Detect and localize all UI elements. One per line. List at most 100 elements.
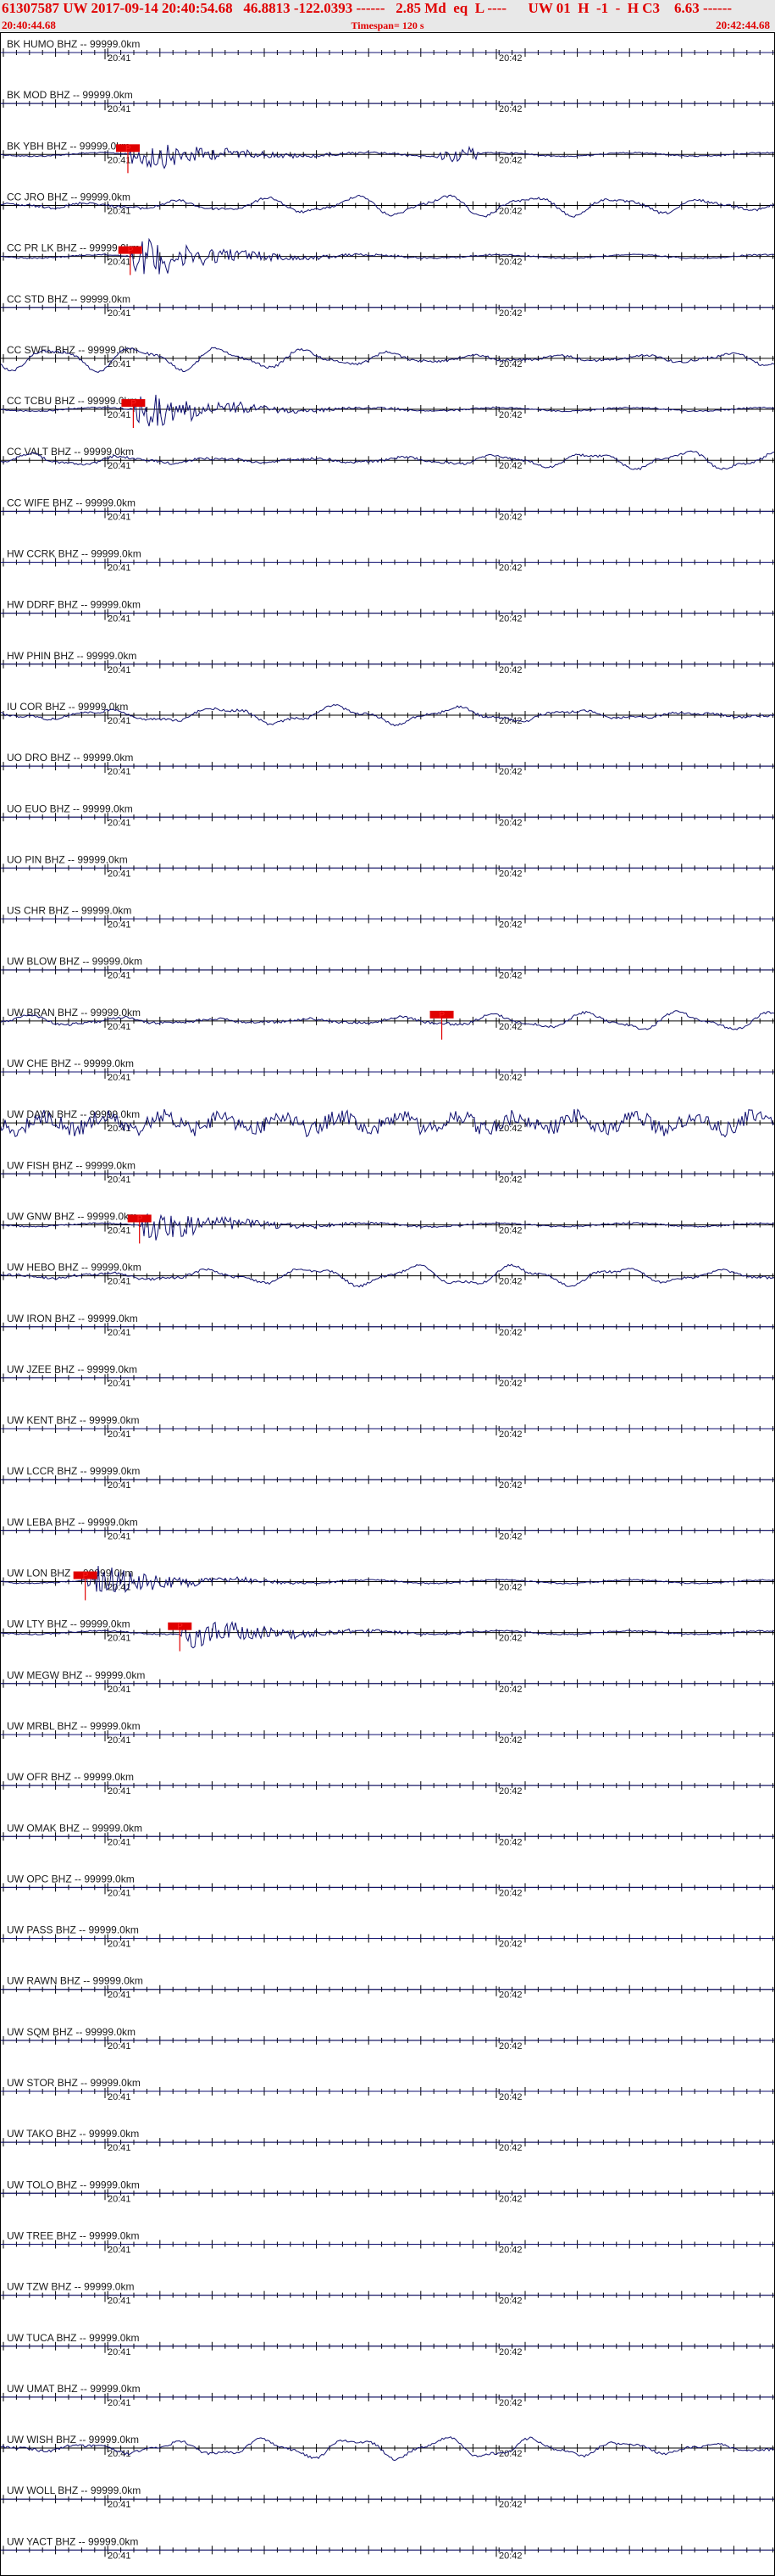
channel-label: UW JZEE BHZ -- 99999.0km [7, 1363, 137, 1375]
phase-pick-label: P [137, 1214, 143, 1224]
channel-label: HW PHIN BHZ -- 99999.0km [7, 650, 136, 662]
channel-label: CC TCBU BHZ -- 99999.0km [7, 395, 137, 407]
channel-label: UW FISH BHZ -- 99999.0km [7, 1159, 136, 1171]
channel-label: UW TZW BHZ -- 99999.0km [7, 2281, 134, 2293]
channel-label: UW SQM BHZ -- 99999.0km [7, 2026, 136, 2038]
channel-label: UW CHE BHZ -- 99999.0km [7, 1058, 134, 1069]
minute-label: 20:42 [499, 1583, 523, 1593]
channel-label: IU COR BHZ -- 99999.0km [7, 701, 128, 713]
minute-label: 20:42 [499, 1531, 523, 1541]
minute-label: 20:42 [499, 1940, 523, 1950]
minute-label: 20:41 [108, 869, 131, 879]
minute-label: 20:41 [108, 1786, 131, 1796]
channel-label: UW OMAK BHZ -- 99999.0km [7, 1822, 142, 1834]
minute-label: 20:41 [108, 2296, 131, 2307]
minute-label: 20:42 [499, 155, 523, 165]
channel-label: UW MRBL BHZ -- 99999.0km [7, 1720, 141, 1732]
minute-label: 20:42 [499, 2296, 523, 2307]
minute-label: 20:41 [108, 2449, 131, 2459]
minute-label: 20:42 [499, 1379, 523, 1389]
minute-label: 20:42 [499, 1786, 523, 1796]
minute-label: 20:41 [108, 1888, 131, 1898]
channel-label: UW OPC BHZ -- 99999.0km [7, 1873, 135, 1885]
minute-label: 20:42 [499, 564, 523, 574]
minute-label: 20:42 [499, 1634, 523, 1644]
minute-label: 20:41 [108, 1480, 131, 1491]
minute-label: 20:42 [499, 2092, 523, 2102]
minute-label: 20:41 [108, 1277, 131, 1287]
minute-label: 20:42 [499, 1328, 523, 1338]
minute-label: 20:42 [499, 53, 523, 64]
channel-label: CC JRO BHZ -- 99999.0km [7, 191, 130, 203]
minute-label: 20:41 [108, 2398, 131, 2408]
minute-label: 20:42 [499, 1277, 523, 1287]
minute-label: 20:42 [499, 308, 523, 319]
minute-label: 20:42 [499, 2347, 523, 2357]
minute-label: 20:42 [499, 104, 523, 114]
minute-label: 20:41 [108, 258, 131, 268]
minute-label: 20:42 [499, 1480, 523, 1491]
minute-label: 20:41 [108, 1685, 131, 1695]
minute-label: 20:41 [108, 359, 131, 369]
minute-label: 20:42 [499, 818, 523, 828]
channel-label: UW LTY BHZ -- 99999.0km [7, 1618, 130, 1630]
channel-label: BK YBH BHZ -- 99999.0km [7, 140, 130, 152]
channel-label: UW TOLO BHZ -- 99999.0km [7, 2179, 140, 2190]
minute-label: 20:41 [108, 1634, 131, 1644]
minute-label: 20:42 [499, 716, 523, 726]
minute-label: 20:42 [499, 2041, 523, 2051]
minute-label: 20:42 [499, 2551, 523, 2561]
phase-pick-label: P [128, 247, 134, 256]
channel-label: UW RAWN BHZ -- 99999.0km [7, 1975, 143, 1987]
minute-label: 20:41 [108, 206, 131, 216]
minute-label: 20:42 [499, 1735, 523, 1746]
minute-label: 20:41 [108, 767, 131, 777]
minute-label: 20:41 [108, 512, 131, 522]
minute-label: 20:41 [108, 104, 131, 114]
channel-label: UO DRO BHZ -- 99999.0km [7, 752, 133, 763]
minute-label: 20:42 [499, 1073, 523, 1083]
phase-pick-label: P [440, 1011, 446, 1020]
timespan-label: Timespan= 120 s [351, 19, 424, 31]
minute-label: 20:42 [499, 1685, 523, 1695]
minute-label: 20:42 [499, 2245, 523, 2255]
minute-label: 20:41 [108, 716, 131, 726]
phase-pick-label: P [177, 1623, 183, 1632]
minute-label: 20:41 [108, 1735, 131, 1746]
channel-label: CC VALT BHZ -- 99999.0km [7, 446, 134, 458]
minute-label: 20:41 [108, 461, 131, 471]
channel-label: UO PIN BHZ -- 99999.0km [7, 853, 128, 865]
minute-label: 20:41 [108, 1583, 131, 1593]
minute-label: 20:41 [108, 2347, 131, 2357]
phase-pick-label: P [125, 144, 131, 153]
minute-label: 20:41 [108, 2551, 131, 2561]
minute-label: 20:42 [499, 2398, 523, 2408]
phase-pick-label: P [83, 1572, 89, 1581]
minute-label: 20:41 [108, 53, 131, 64]
channel-label: UW LEBA BHZ -- 99999.0km [7, 1516, 138, 1528]
channel-label: HW DDRF BHZ -- 99999.0km [7, 599, 141, 611]
channel-label: UW TREE BHZ -- 99999.0km [7, 2229, 139, 2241]
minute-label: 20:42 [499, 1225, 523, 1235]
minute-label: 20:42 [499, 614, 523, 625]
channel-label: UW TAKO BHZ -- 99999.0km [7, 2128, 139, 2140]
channel-label: UO EUO BHZ -- 99999.0km [7, 802, 133, 814]
channel-label: UW BLOW BHZ -- 99999.0km [7, 956, 142, 968]
minute-label: 20:41 [108, 410, 131, 420]
channel-label: CC WIFE BHZ -- 99999.0km [7, 497, 136, 508]
channel-label: UW OFR BHZ -- 99999.0km [7, 1771, 134, 1783]
minute-label: 20:42 [499, 461, 523, 471]
minute-label: 20:41 [108, 1225, 131, 1235]
minute-label: 20:42 [499, 1124, 523, 1134]
channel-label: CC STD BHZ -- 99999.0km [7, 293, 130, 305]
channel-label: UW LON BHZ -- 99999.0km [7, 1568, 133, 1579]
channel-label: US CHR BHZ -- 99999.0km [7, 905, 131, 917]
minute-label: 20:41 [108, 614, 131, 625]
channel-label: UW MEGW BHZ -- 99999.0km [7, 1669, 145, 1681]
minute-label: 20:42 [499, 410, 523, 420]
event-summary: 61307587 UW 2017-09-14 20:40:54.68 46.88… [2, 0, 733, 16]
minute-label: 20:41 [108, 1328, 131, 1338]
phase-pick-label: P [130, 399, 136, 408]
channel-label: UW UMAT BHZ -- 99999.0km [7, 2383, 141, 2395]
minute-label: 20:41 [108, 1990, 131, 2001]
